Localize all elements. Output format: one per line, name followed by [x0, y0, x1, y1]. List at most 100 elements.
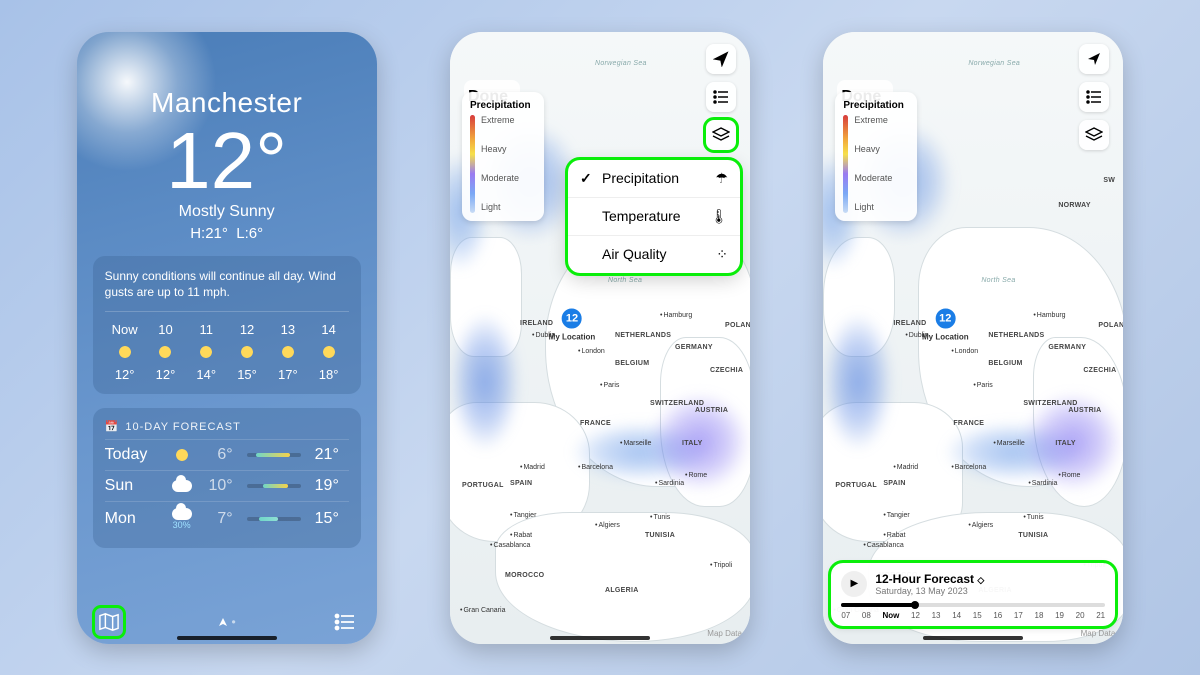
weather-home-screen: Manchester 12° Mostly Sunny H:21° L:6° S…: [77, 32, 377, 644]
layer-option[interactable]: Temperature🌡: [568, 198, 740, 236]
timeline-hour: 14: [952, 611, 961, 620]
day-row[interactable]: Sun10°19°: [105, 470, 349, 501]
sun-icon: [279, 343, 297, 361]
hour-column: 1114°: [186, 322, 226, 382]
legend-level: Extreme: [481, 115, 519, 125]
city-label: Sardinia: [655, 480, 684, 487]
map-icon[interactable]: [95, 608, 123, 636]
thermometer-icon: 🌡: [710, 208, 728, 225]
timeline-hour: 21: [1096, 611, 1105, 620]
city-label: Tunis: [650, 514, 670, 521]
cloud-icon: [172, 508, 192, 520]
country-label: TUNISIA: [1018, 532, 1048, 539]
precipitation-legend: Precipitation ExtremeHeavyModerateLight: [835, 92, 917, 221]
country-label: NETHERLANDS: [988, 332, 1044, 339]
condition-text: Mostly Sunny: [77, 203, 377, 221]
day-row[interactable]: Today6°21°: [105, 439, 349, 470]
city-name: Manchester: [77, 87, 377, 119]
checkmark-icon: ✓: [580, 170, 594, 187]
timeline-hour: 18: [1035, 611, 1044, 620]
day-row[interactable]: Mon30%7°15°: [105, 501, 349, 536]
city-label: Casablanca: [863, 542, 903, 549]
dots-icon: ⁘: [716, 246, 728, 263]
hour-column: 1215°: [227, 322, 267, 382]
hour-column: Now12°: [105, 322, 145, 382]
my-location-pin[interactable]: 12My Location: [549, 306, 596, 341]
city-label: Rabat: [510, 532, 532, 539]
timeline-hour: 17: [1014, 611, 1023, 620]
legend-level: Extreme: [854, 115, 892, 125]
hourly-forecast[interactable]: Now12°1012°1114°1215°1317°1418°: [105, 322, 349, 382]
summary-text: Sunny conditions will continue all day. …: [105, 268, 349, 313]
timeline-hour: 19: [1055, 611, 1064, 620]
calendar-icon: 📅: [105, 420, 120, 433]
country-label: POLAND: [1098, 322, 1123, 329]
city-label: London: [578, 348, 605, 355]
hourly-card: Sunny conditions will continue all day. …: [93, 256, 361, 395]
precipitation-legend: Precipitation ExtremeHeavyModerateLight: [462, 92, 544, 221]
forecast-timeline: ▶ 12-Hour Forecast ◇ Saturday, 13 May 20…: [831, 563, 1115, 626]
layer-option[interactable]: Air Quality⁘: [568, 236, 740, 273]
city-label: Hamburg: [660, 312, 692, 319]
timeline-title[interactable]: 12-Hour Forecast ◇: [875, 572, 984, 586]
city-label: Algiers: [968, 522, 993, 529]
country-label: PORTUGAL: [462, 482, 504, 489]
legend-level: Moderate: [854, 173, 892, 183]
city-label: Rome: [1058, 472, 1080, 479]
country-label: GERMANY: [675, 344, 713, 351]
legend-level: Light: [854, 202, 892, 212]
umbrella-icon: ☂: [715, 170, 728, 187]
sun-icon: [116, 343, 134, 361]
city-label: Tangier: [510, 512, 536, 519]
my-location-pin[interactable]: 12My Location: [922, 306, 969, 341]
city-label: Barcelona: [578, 464, 613, 471]
city-label: Barcelona: [951, 464, 986, 471]
country-label: BELGIUM: [615, 360, 649, 367]
list-icon[interactable]: [1079, 82, 1109, 112]
timeline-hour: Now: [882, 611, 899, 620]
country-label: ALGERIA: [605, 587, 639, 594]
country-label: ITALY: [1055, 440, 1076, 447]
play-button[interactable]: ▶: [841, 571, 867, 597]
weather-map-timeline-screen: Norwegian SeaNorth SeaIRELANDNETHERLANDS…: [823, 32, 1123, 644]
city-label: London: [951, 348, 978, 355]
timeline-hour: 20: [1076, 611, 1085, 620]
list-icon[interactable]: [331, 608, 359, 636]
timeline-hour: 08: [862, 611, 871, 620]
country-label: BELGIUM: [988, 360, 1022, 367]
home-indicator[interactable]: [177, 636, 277, 640]
sun-icon: [238, 343, 256, 361]
home-indicator[interactable]: [550, 636, 650, 640]
ten-day-card: 📅 10-DAY FORECAST Today6°21°Sun10°19°Mon…: [93, 408, 361, 548]
country-label: TUNISIA: [645, 532, 675, 539]
country-label: CZECHIA: [1083, 367, 1116, 374]
city-label: Algiers: [595, 522, 620, 529]
location-arrow-icon: [218, 617, 228, 627]
map-data-label: Map Data: [1081, 629, 1116, 638]
timeline-slider[interactable]: [841, 603, 1105, 607]
timeline-hour: 16: [993, 611, 1002, 620]
city-label: Rabat: [883, 532, 905, 539]
location-arrow-icon[interactable]: [1079, 44, 1109, 74]
layer-option[interactable]: ✓Precipitation☂: [568, 160, 740, 198]
city-label: Gran Canaria: [460, 607, 505, 614]
country-label: NORWAY: [1058, 202, 1091, 209]
country-label: AUSTRIA: [1068, 407, 1101, 414]
page-dots[interactable]: •: [218, 615, 236, 629]
ten-day-header: 📅 10-DAY FORECAST: [105, 420, 349, 433]
country-label: FRANCE: [953, 420, 984, 427]
timeline-subtitle: Saturday, 13 May 2023: [875, 586, 984, 596]
city-label: Madrid: [520, 464, 545, 471]
layers-icon[interactable]: [706, 120, 736, 150]
layers-icon[interactable]: [1079, 120, 1109, 150]
city-label: Paris: [973, 382, 992, 389]
location-arrow-icon[interactable]: [706, 44, 736, 74]
hour-column: 1012°: [145, 322, 185, 382]
weather-map-layers-screen: Norwegian SeaNorth SeaIRELANDNETHERLANDS…: [450, 32, 750, 644]
timeline-hour: 07: [841, 611, 850, 620]
city-label: Casablanca: [490, 542, 530, 549]
list-icon[interactable]: [706, 82, 736, 112]
home-indicator[interactable]: [923, 636, 1023, 640]
country-label: POLAND: [725, 322, 750, 329]
country-label: ITALY: [682, 440, 703, 447]
